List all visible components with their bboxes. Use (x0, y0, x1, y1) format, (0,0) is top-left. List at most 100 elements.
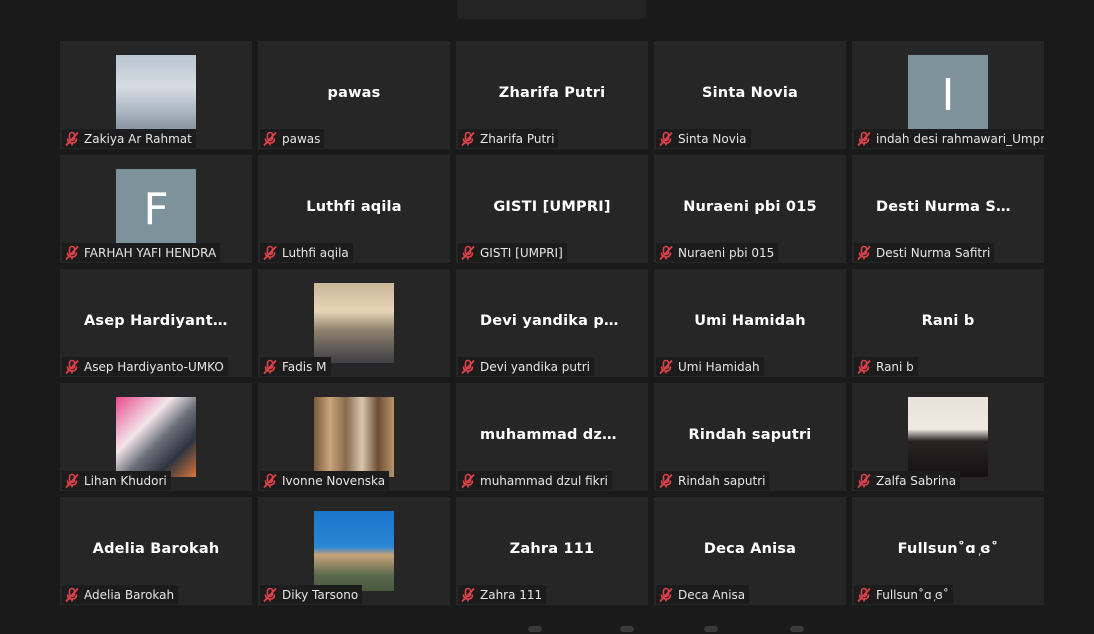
participant-name-text: Deca Anisa (678, 587, 746, 602)
participant-tile[interactable]: muhammad dzu... muhammad dzul fikri (456, 383, 648, 491)
avatar-photo (314, 283, 394, 363)
participant-tile[interactable]: Zakiya Ar Rahmat (60, 41, 252, 149)
participant-display-name: Fullsun˚ɑ ᷊ɞ˚ (897, 541, 999, 557)
participant-name-text: Nuraeni pbi 015 (678, 245, 775, 260)
participant-name-label: Luthfi aqila (260, 243, 353, 262)
participant-tile[interactable]: Adelia Barokah Adelia Barokah (60, 497, 252, 605)
participant-name-text: FARHAH YAFI HENDRA (84, 245, 217, 260)
participant-name-text: Zharifa Putri (480, 131, 555, 146)
participant-name-label: Zalfa Sabrina (854, 471, 961, 490)
participant-tile[interactable]: Umi Hamidah Umi Hamidah (654, 269, 846, 377)
participant-tile[interactable]: Luthfi aqila Luthfi aqila (258, 155, 450, 263)
participant-tile[interactable]: Desti Nurma Saf... Desti Nurma Safitri (852, 155, 1044, 263)
participant-display-name: Deca Anisa (703, 541, 797, 557)
participant-name-label: Zharifa Putri (458, 129, 559, 148)
participant-tile[interactable]: Deca Anisa Deca Anisa (654, 497, 846, 605)
participant-tile[interactable]: Zalfa Sabrina (852, 383, 1044, 491)
participant-display-name: Adelia Barokah (92, 541, 220, 557)
mic-muted-icon (262, 473, 278, 489)
participant-tile[interactable]: Zharifa Putri Zharifa Putri (456, 41, 648, 149)
mic-muted-icon (658, 473, 674, 489)
participant-display-name: Devi yandika pu... (480, 313, 632, 329)
participant-tile[interactable]: GISTI [UMPRI] GISTI [UMPRI] (456, 155, 648, 263)
participant-name-label: Zakiya Ar Rahmat (62, 129, 196, 148)
participant-name-text: Luthfi aqila (282, 245, 349, 260)
participant-display-name: Zahra 111 (509, 541, 595, 557)
participant-display-name: Zharifa Putri (498, 85, 606, 101)
participant-name-text: Fadis M (282, 359, 327, 374)
avatar-initial: F (116, 169, 196, 249)
participant-display-name: Rani b (921, 313, 975, 329)
participant-tile[interactable]: Iindah desi rahmawari_Umpri (852, 41, 1044, 149)
participant-name-text: indah desi rahmawari_Umpri (876, 131, 1044, 146)
participant-name-label: Asep Hardiyanto-UMKO (62, 357, 228, 376)
participant-name-text: Rindah saputri (678, 473, 766, 488)
avatar-photo (116, 397, 196, 477)
participant-name-text: Umi Hamidah (678, 359, 760, 374)
participant-display-name: muhammad dzu... (480, 427, 630, 443)
participant-name-text: Zakiya Ar Rahmat (84, 131, 192, 146)
mic-muted-icon (262, 131, 278, 147)
participant-tile[interactable]: Sinta Novia Sinta Novia (654, 41, 846, 149)
mic-muted-icon (460, 587, 476, 603)
mic-muted-icon (460, 245, 476, 261)
participant-tile[interactable]: Lihan Khudori (60, 383, 252, 491)
mic-muted-icon (658, 245, 674, 261)
participant-name-text: Lihan Khudori (84, 473, 167, 488)
participant-name-label: Umi Hamidah (656, 357, 764, 376)
mic-muted-icon (856, 131, 872, 147)
participant-name-text: Zahra 111 (480, 587, 543, 602)
avatar-initial: I (908, 55, 988, 135)
participant-name-label: GISTI [UMPRI] (458, 243, 567, 262)
participant-name-text: Desti Nurma Safitri (876, 245, 991, 260)
participant-name-text: GISTI [UMPRI] (480, 245, 563, 260)
participant-name-label: Rindah saputri (656, 471, 770, 490)
participant-tile[interactable]: Ivonne Novenska (258, 383, 450, 491)
participant-name-label: Ivonne Novenska (260, 471, 390, 490)
participant-tile[interactable]: F FARHAH YAFI HENDRA (60, 155, 252, 263)
participant-name-label: Devi yandika putri (458, 357, 594, 376)
avatar-photo (314, 397, 394, 477)
mic-muted-icon (262, 245, 278, 261)
avatar-photo (908, 397, 988, 477)
participant-name-label: Diky Tarsono (260, 585, 363, 604)
participant-tile[interactable]: Devi yandika pu... Devi yandika putri (456, 269, 648, 377)
mic-muted-icon (460, 473, 476, 489)
mic-muted-icon (262, 587, 278, 603)
mic-muted-icon (856, 245, 872, 261)
participant-tile[interactable]: Fullsun˚ɑ ᷊ɞ˚ Fullsun˚ɑ ᷊ɞ˚ (852, 497, 1044, 605)
participant-tile[interactable]: pawas pawas (258, 41, 450, 149)
mic-muted-icon (64, 245, 80, 261)
mic-muted-icon (460, 359, 476, 375)
participant-tile[interactable]: Zahra 111 Zahra 111 (456, 497, 648, 605)
participant-name-text: pawas (282, 131, 321, 146)
participant-name-label: Sinta Novia (656, 129, 751, 148)
participant-name-label: Zahra 111 (458, 585, 547, 604)
participant-name-label: Adelia Barokah (62, 585, 179, 604)
participant-tile[interactable]: Asep Hardiyant... Asep Hardiyanto-UMKO (60, 269, 252, 377)
participant-tile[interactable]: Rani b Rani b (852, 269, 1044, 377)
participant-display-name: Desti Nurma Saf... (876, 199, 1029, 215)
participant-display-name: Asep Hardiyant... (84, 313, 230, 329)
participant-display-name: Umi Hamidah (694, 313, 806, 329)
bottom-toolbar-edge (520, 624, 820, 634)
top-toolbar-pill[interactable] (457, 0, 646, 19)
participant-name-label: Deca Anisa (656, 585, 750, 604)
participant-tile[interactable]: Nuraeni pbi 015 Nuraeni pbi 015 (654, 155, 846, 263)
mic-muted-icon (658, 587, 674, 603)
participant-name-text: Ivonne Novenska (282, 473, 386, 488)
participant-name-text: muhammad dzul fikri (480, 473, 608, 488)
participant-display-name: GISTI [UMPRI] (493, 199, 611, 215)
mic-muted-icon (460, 131, 476, 147)
participant-name-text: Sinta Novia (678, 131, 747, 146)
mic-muted-icon (658, 359, 674, 375)
participant-tile[interactable]: Rindah saputri Rindah saputri (654, 383, 846, 491)
participant-tile[interactable]: Diky Tarsono (258, 497, 450, 605)
participant-name-label: pawas (260, 129, 325, 148)
participant-name-label: Fullsun˚ɑ ᷊ɞ˚ (854, 585, 953, 604)
participant-display-name: Rindah saputri (688, 427, 812, 443)
participant-name-label: Desti Nurma Safitri (854, 243, 995, 262)
participant-tile[interactable]: Fadis M (258, 269, 450, 377)
mic-muted-icon (856, 473, 872, 489)
participant-name-text: Rani b (876, 359, 914, 374)
